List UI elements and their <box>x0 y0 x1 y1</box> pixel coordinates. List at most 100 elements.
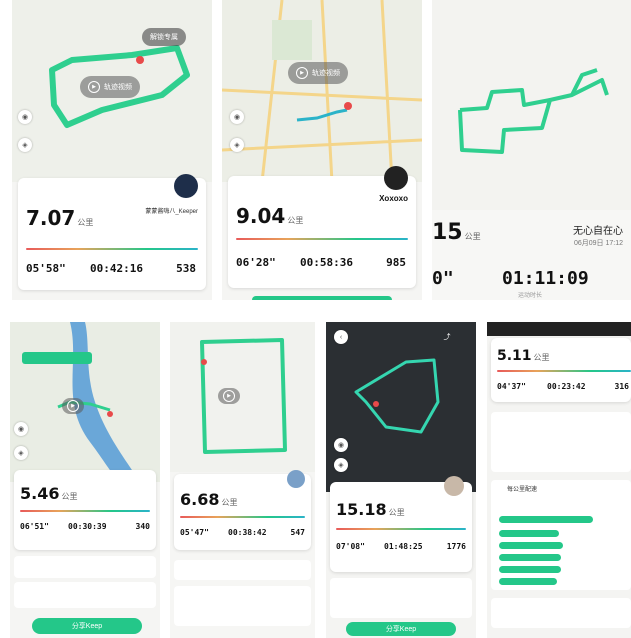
summary-card: 5.46 公里 06'51" 00:30:39 340 <box>14 470 156 550</box>
duration: 00:42:16 <box>90 262 143 275</box>
run-record-panel-2: ▶ 轨迹视频 ◉ ◈ 9.04 公里 Xoxoxo 06'28" 00:58:36… <box>222 0 422 300</box>
avatar[interactable] <box>444 476 464 496</box>
run-record-panel-3: 15 公里 无心自在心 06月09日 17:12 0" 01:11:09 运动时长 <box>432 0 631 300</box>
layers-icon[interactable]: ◈ <box>14 446 28 460</box>
calories: 547 <box>290 528 305 537</box>
track-video-button[interactable]: ▶ <box>62 398 84 414</box>
play-label: 轨迹视频 <box>104 84 132 91</box>
run-record-panel-7: 5.11 公里 04'37" 00:23:42 316 每公里配速 <box>487 322 631 638</box>
calories: 1776 <box>446 542 466 551</box>
username: 蒙蒙酱嗨八_Keeper <box>145 209 198 215</box>
play-icon: ▶ <box>223 390 235 402</box>
list-item[interactable] <box>174 560 311 580</box>
route-map[interactable] <box>432 0 631 210</box>
avg-pace: 05'47" <box>180 528 209 537</box>
play-icon: ▶ <box>296 67 308 79</box>
duration: 00:23:42 <box>547 382 586 391</box>
route-track <box>354 358 440 434</box>
share-button[interactable]: 分享Keep <box>346 622 456 636</box>
distance-value: 15 公里 <box>432 220 481 245</box>
list-item[interactable] <box>174 586 311 626</box>
split-bar <box>499 530 559 537</box>
share-icon[interactable]: ⤴ <box>440 330 454 344</box>
layers-icon[interactable]: ◈ <box>18 138 32 152</box>
pace-gradient-bar <box>497 370 631 372</box>
play-icon: ▶ <box>88 81 100 93</box>
duration-label: 运动时长 <box>518 293 543 299</box>
layers-icon[interactable]: ◈ <box>230 138 244 152</box>
run-record-panel-5: ▶ 6.68 公里 05'47" 00:38:42 547 <box>170 322 315 638</box>
top-bar <box>487 322 631 336</box>
splits-section: 每公里配速 <box>491 480 631 590</box>
distance-value: 5.11 公里 <box>497 348 550 364</box>
summary-card: 7.07 公里 蒙蒙酱嗨八_Keeper 05'58" 00:42:16 538 <box>18 174 206 290</box>
badge-label: 解锁专属 <box>150 34 178 41</box>
summary-card: 9.04 公里 Xoxoxo 06'28" 00:58:36 985 <box>228 166 416 288</box>
summary-card: 6.68 公里 05'47" 00:38:42 547 <box>174 470 311 550</box>
track-video-button[interactable]: ▶ 轨迹视频 <box>288 62 348 84</box>
pace-gradient-bar <box>26 248 198 250</box>
route-map[interactable]: ▶ 轨迹视频 ◉ ◈ <box>222 0 422 182</box>
distance-value: 6.68 公里 <box>180 490 238 509</box>
summary-card: 5.11 公里 04'37" 00:23:42 316 <box>491 338 631 402</box>
layers-icon[interactable]: ◈ <box>334 458 348 472</box>
map-roads <box>222 0 422 182</box>
avatar[interactable] <box>174 174 198 198</box>
route-map[interactable]: ‹ ⤴ ◉ ◈ <box>326 322 476 492</box>
duration: 00:38:42 <box>228 528 267 537</box>
route-track <box>458 68 609 154</box>
route-map[interactable]: ▶ 轨迹视频 解锁专属 ◉ ◈ <box>12 0 212 182</box>
share-button[interactable]: 分享Keep <box>32 618 142 634</box>
avg-pace: 07'08" <box>336 542 365 551</box>
duration: 00:30:39 <box>68 522 107 531</box>
run-record-panel-1: ▶ 轨迹视频 解锁专属 ◉ ◈ 7.07 公里 蒙蒙酱嗨八_Keeper 05'5… <box>12 0 212 300</box>
eye-icon[interactable]: ◉ <box>230 110 244 124</box>
pace-gradient-bar <box>180 516 305 518</box>
pace-gradient-bar <box>20 510 150 512</box>
eye-icon[interactable]: ◉ <box>14 422 28 436</box>
list-item[interactable] <box>491 598 631 628</box>
eye-icon[interactable]: ◉ <box>334 438 348 452</box>
route-tag[interactable] <box>22 352 92 364</box>
avg-pace: 0" <box>432 268 454 289</box>
username: Xoxoxo <box>379 194 408 203</box>
share-button[interactable] <box>252 296 392 300</box>
avg-pace: 05'58" <box>26 262 66 275</box>
split-bar <box>499 516 593 523</box>
distance-value: 5.46 公里 <box>20 484 78 503</box>
username: 无心自在心 <box>573 226 623 237</box>
calories: 538 <box>176 262 196 275</box>
split-bar <box>499 578 557 585</box>
list-item[interactable] <box>330 578 472 618</box>
track-video-button[interactable]: ▶ <box>218 388 240 404</box>
pace-gradient-bar <box>236 238 408 240</box>
splits-title: 每公里配速 <box>507 487 538 493</box>
distance-value: 7.07 公里 <box>26 206 94 230</box>
route-map[interactable]: ▶ ◉ ◈ <box>10 322 160 482</box>
track-video-button[interactable]: ▶ 轨迹视频 <box>80 76 140 98</box>
split-bar <box>499 542 563 549</box>
unlock-badge[interactable]: 解锁专属 <box>142 28 186 46</box>
play-label: 轨迹视频 <box>312 70 340 77</box>
route-track <box>200 338 287 454</box>
calories: 985 <box>386 256 406 269</box>
calories: 340 <box>135 522 150 531</box>
avatar[interactable] <box>384 166 408 190</box>
record-date: 06月09日 17:12 <box>573 240 623 247</box>
play-icon: ▶ <box>67 400 79 412</box>
avg-pace: 06'28" <box>236 256 276 269</box>
run-record-panel-6: ‹ ⤴ ◉ ◈ 15.18 公里 07'08" 01:48:25 1776 分享K… <box>326 322 476 638</box>
duration: 00:58:36 <box>300 256 353 269</box>
list-item[interactable] <box>491 412 631 472</box>
eye-icon[interactable]: ◉ <box>18 110 32 124</box>
back-icon[interactable]: ‹ <box>334 330 348 344</box>
list-item[interactable] <box>14 556 156 578</box>
duration: 01:48:25 <box>384 542 423 551</box>
route-map[interactable]: ▶ <box>170 322 315 472</box>
river-map <box>57 322 140 482</box>
pace-gradient-bar <box>336 528 466 530</box>
calories: 316 <box>614 382 629 391</box>
list-item[interactable] <box>14 582 156 608</box>
avatar[interactable] <box>287 470 305 488</box>
avg-pace: 06'51" <box>20 522 49 531</box>
